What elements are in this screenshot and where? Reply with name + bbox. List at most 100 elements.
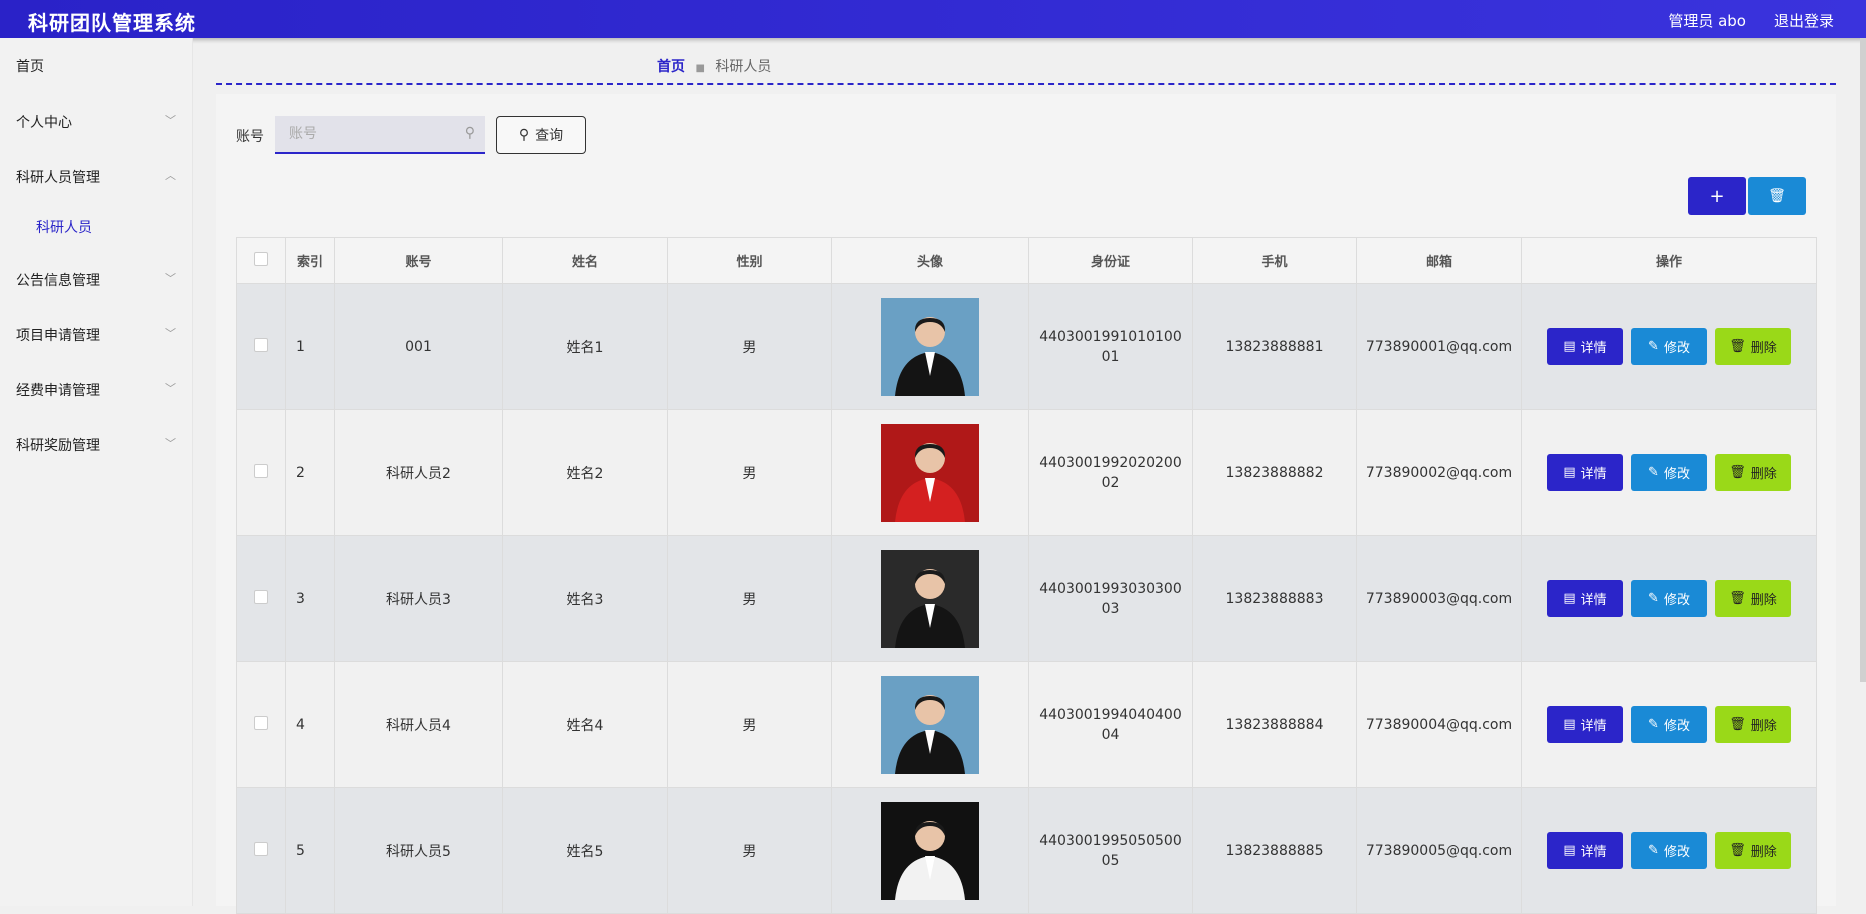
email-cell: 773890001@qq.com bbox=[1356, 283, 1522, 410]
phone-cell: 13823888882 bbox=[1192, 409, 1357, 536]
breadcrumb: 首页 ■ 科研人员 bbox=[657, 56, 771, 76]
edit-button[interactable]: ✎ 修改 bbox=[1631, 580, 1707, 617]
search-field: ⚲ bbox=[275, 116, 485, 154]
sidebar-item-label: 经费申请管理 bbox=[16, 383, 100, 399]
row-checkbox[interactable] bbox=[254, 463, 268, 478]
top-bar: 科研团队管理系统 管理员 abo 退出登录 bbox=[0, 0, 1866, 38]
delete-label: 删除 bbox=[1750, 845, 1777, 860]
delete-button[interactable]: 🗑 删除 bbox=[1715, 832, 1791, 869]
delete-button[interactable]: 🗑 删除 bbox=[1715, 328, 1791, 365]
id-card-cell: 440300199404040004 bbox=[1028, 661, 1193, 788]
id-card-cell: 440300199202020002 bbox=[1028, 409, 1193, 536]
detail-button[interactable]: ▤ 详情 bbox=[1547, 328, 1623, 365]
sidebar-item-notice-management[interactable]: 公告信息管理 ﹀ bbox=[16, 270, 176, 290]
table-row: 5 科研人员5 姓名5 男 440300199505050005 13823888885 7… bbox=[236, 787, 1817, 914]
sidebar-item-home[interactable]: 首页 bbox=[16, 56, 176, 76]
sidebar-item-personal-center[interactable]: 个人中心 ﹀ bbox=[16, 112, 176, 132]
document-icon: ▤ bbox=[1563, 843, 1576, 858]
row-checkbox[interactable] bbox=[254, 841, 268, 856]
trash-icon: 🗑 bbox=[1729, 591, 1746, 606]
edit-button[interactable]: ✎ 修改 bbox=[1631, 328, 1707, 365]
index-cell: 2 bbox=[285, 409, 335, 536]
edit-button[interactable]: ✎ 修改 bbox=[1631, 832, 1707, 869]
search-icon: ⚲ bbox=[464, 125, 475, 141]
actions-cell: ▤ 详情 ✎ 修改 🗑 删除 bbox=[1521, 535, 1817, 662]
detail-button[interactable]: ▤ 详情 bbox=[1547, 832, 1623, 869]
breadcrumb-current: 科研人员 bbox=[715, 59, 772, 75]
avatar[interactable] bbox=[881, 549, 979, 648]
delete-button[interactable]: 🗑 删除 bbox=[1715, 706, 1791, 743]
edit-label: 修改 bbox=[1663, 719, 1690, 734]
detail-button[interactable]: ▤ 详情 bbox=[1547, 706, 1623, 743]
sidebar-item-label: 公告信息管理 bbox=[16, 273, 100, 289]
phone-cell: 13823888885 bbox=[1192, 787, 1357, 914]
sidebar-item-project-application[interactable]: 项目申请管理 ﹀ bbox=[16, 325, 176, 345]
avatar[interactable] bbox=[881, 297, 979, 396]
breadcrumb-separator-icon: ■ bbox=[695, 63, 705, 74]
row-checkbox[interactable] bbox=[254, 715, 268, 730]
document-icon: ▤ bbox=[1563, 591, 1576, 606]
logout-link[interactable]: 退出登录 bbox=[1774, 10, 1834, 31]
pencil-icon: ✎ bbox=[1648, 465, 1659, 480]
row-checkbox[interactable] bbox=[254, 589, 268, 604]
pencil-icon: ✎ bbox=[1648, 339, 1659, 354]
column-header: 身份证 bbox=[1028, 237, 1193, 284]
phone-cell: 13823888884 bbox=[1192, 661, 1357, 788]
row-select-cell bbox=[236, 409, 286, 536]
sidebar-item-label: 首页 bbox=[16, 59, 44, 75]
search-input[interactable] bbox=[275, 116, 461, 152]
select-all-checkbox[interactable] bbox=[254, 251, 268, 266]
detail-label: 详情 bbox=[1580, 593, 1607, 608]
detail-button[interactable]: ▤ 详情 bbox=[1547, 580, 1623, 617]
sidebar-item-label: 个人中心 bbox=[16, 115, 72, 131]
sidebar-subitem-researcher[interactable]: 科研人员 bbox=[36, 217, 92, 237]
avatar[interactable] bbox=[881, 675, 979, 774]
id-card-cell: 440300199505050005 bbox=[1028, 787, 1193, 914]
chevron-down-icon: ﹀ bbox=[165, 437, 176, 450]
avatar-cell bbox=[831, 661, 1029, 788]
row-checkbox[interactable] bbox=[254, 337, 268, 352]
edit-button[interactable]: ✎ 修改 bbox=[1631, 454, 1707, 491]
add-button[interactable]: + bbox=[1688, 177, 1746, 215]
sidebar-item-funding-application[interactable]: 经费申请管理 ﹀ bbox=[16, 380, 176, 400]
edit-label: 修改 bbox=[1663, 593, 1690, 608]
query-button[interactable]: ⚲ 查询 bbox=[496, 116, 586, 154]
batch-delete-button[interactable]: 🗑 bbox=[1748, 177, 1806, 215]
delete-button[interactable]: 🗑 删除 bbox=[1715, 580, 1791, 617]
sidebar-item-label: 项目申请管理 bbox=[16, 328, 100, 344]
delete-button[interactable]: 🗑 删除 bbox=[1715, 454, 1791, 491]
detail-button[interactable]: ▤ 详情 bbox=[1547, 454, 1623, 491]
column-header: 账号 bbox=[334, 237, 503, 284]
detail-label: 详情 bbox=[1580, 845, 1607, 860]
search-label: 账号 bbox=[236, 129, 264, 145]
breadcrumb-home[interactable]: 首页 bbox=[657, 59, 685, 75]
divider bbox=[216, 83, 1836, 85]
actions-cell: ▤ 详情 ✎ 修改 🗑 删除 bbox=[1521, 409, 1817, 536]
gender-cell: 男 bbox=[667, 787, 832, 914]
sidebar: 首页 个人中心 ﹀ 科研人员管理 ︿ 科研人员 公告信息管理 ﹀ 项目申请管理 … bbox=[0, 38, 193, 906]
edit-label: 修改 bbox=[1663, 845, 1690, 860]
detail-label: 详情 bbox=[1580, 341, 1607, 356]
email-cell: 773890005@qq.com bbox=[1356, 787, 1522, 914]
scrollbar[interactable] bbox=[1860, 38, 1866, 682]
column-header: 性别 bbox=[667, 237, 832, 284]
account-cell: 科研人员5 bbox=[334, 787, 503, 914]
sidebar-item-award-management[interactable]: 科研奖励管理 ﹀ bbox=[16, 435, 176, 455]
actions-cell: ▤ 详情 ✎ 修改 🗑 删除 bbox=[1521, 283, 1817, 410]
index-cell: 4 bbox=[285, 661, 335, 788]
column-header: 手机 bbox=[1192, 237, 1357, 284]
avatar[interactable] bbox=[881, 801, 979, 900]
avatar[interactable] bbox=[881, 423, 979, 522]
name-cell: 姓名4 bbox=[502, 661, 668, 788]
email-cell: 773890003@qq.com bbox=[1356, 535, 1522, 662]
sidebar-item-researcher-management[interactable]: 科研人员管理 ︿ bbox=[16, 167, 176, 187]
sidebar-item-label: 科研人员管理 bbox=[16, 170, 100, 186]
phone-cell: 13823888881 bbox=[1192, 283, 1357, 410]
researcher-table: 索引 账号 姓名 性别 头像 身份证 手机 邮箱 操作 1 001 姓名1 男 4403… bbox=[236, 237, 1817, 914]
edit-label: 修改 bbox=[1663, 467, 1690, 482]
edit-button[interactable]: ✎ 修改 bbox=[1631, 706, 1707, 743]
name-cell: 姓名1 bbox=[502, 283, 668, 410]
account-cell: 科研人员2 bbox=[334, 409, 503, 536]
table-row: 1 001 姓名1 男 440300199101010001 13823888881 773… bbox=[236, 283, 1817, 410]
table-row: 3 科研人员3 姓名3 男 440300199303030003 13823888883 7… bbox=[236, 535, 1817, 662]
